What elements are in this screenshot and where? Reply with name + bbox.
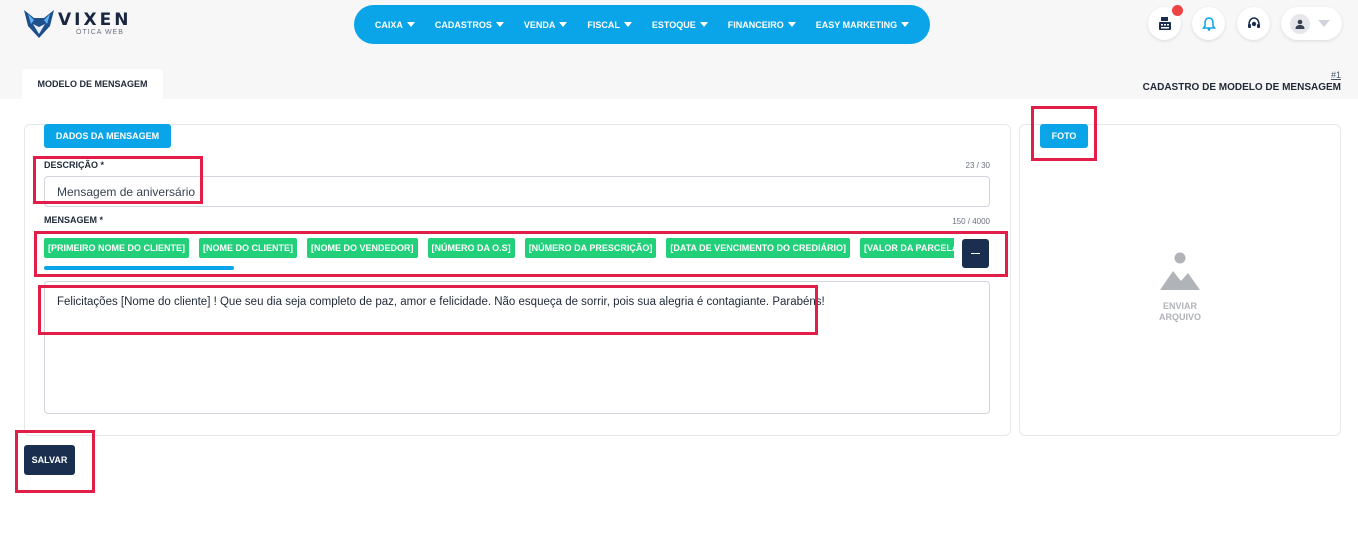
caret-down-icon [901, 22, 910, 27]
support-button[interactable] [1237, 7, 1270, 40]
nav-financeiro-label: FINANCEIRO [727, 19, 784, 30]
tag-nome-cliente[interactable]: [NOME DO CLIENTE] [199, 238, 297, 258]
tag-data-vencimento-crediario[interactable]: [DATA DE VENCIMENTO DO CREDIÁRIO] [666, 238, 851, 258]
notification-dot [1172, 5, 1183, 16]
nav-caixa-label: CAIXA [374, 19, 403, 30]
save-button[interactable]: SALVAR [24, 445, 75, 475]
cash-register-button[interactable] [1148, 5, 1183, 40]
variable-tags: [PRIMEIRO NOME DO CLIENTE] [NOME DO CLIE… [44, 238, 954, 260]
mensagem-label: MENSAGEM * [44, 215, 104, 225]
descricao-counter: 23 / 30 [965, 161, 990, 170]
logo-name: VIXEN [58, 10, 132, 30]
nav-fiscal[interactable]: FISCAL [577, 20, 642, 30]
caret-down-icon [559, 22, 568, 27]
fox-logo-icon [24, 10, 54, 38]
logo-subtitle: ÓTICA WEB [76, 29, 124, 36]
nav-fiscal-label: FISCAL [587, 19, 620, 30]
user-menu[interactable] [1281, 7, 1342, 40]
nav-venda[interactable]: VENDA [514, 20, 578, 30]
upload-label-2: ARQUIVO [1158, 312, 1201, 322]
tags-scrollbar[interactable] [44, 266, 234, 270]
notifications-button[interactable] [1192, 7, 1225, 40]
nav-easy-marketing-label: EASY MARKETING [815, 19, 898, 30]
tag-nome-vendedor[interactable]: [NOME DO VENDEDOR] [307, 238, 418, 258]
chevron-down-icon [1318, 20, 1330, 27]
nav-cadastros-label: CADASTROS [434, 19, 492, 30]
descricao-label: DESCRIÇÃO * [44, 160, 105, 170]
support-headset-icon [1247, 16, 1260, 28]
collapse-tags-button[interactable] [962, 239, 989, 268]
user-icon [1295, 19, 1305, 29]
minus-icon [971, 252, 980, 255]
nav-easy-marketing[interactable]: EASY MARKETING [806, 20, 919, 30]
mensagem-textarea[interactable]: Felicitações [Nome do cliente] ! Que seu… [44, 281, 990, 414]
tab-modelo-de-mensagem[interactable]: MODELO DE MENSAGEM [22, 69, 163, 99]
upload-label-1: ENVIAR [1162, 301, 1197, 311]
descricao-input[interactable] [44, 176, 990, 207]
nav-caixa[interactable]: CAIXA [365, 20, 425, 30]
top-header: VIXEN ÓTICA WEB CAIXA CADASTROS VENDA FI… [0, 0, 1358, 99]
page-title: CADASTRO DE MODELO DE MENSAGEM [1142, 82, 1341, 93]
vixen-logo[interactable]: VIXEN ÓTICA WEB [22, 8, 131, 40]
nav-financeiro[interactable]: FINANCEIRO [718, 20, 806, 30]
tag-primeiro-nome-cliente[interactable]: [PRIMEIRO NOME DO CLIENTE] [44, 238, 189, 258]
nav-estoque[interactable]: ESTOQUE [642, 20, 718, 30]
main-navbar: CAIXA CADASTROS VENDA FISCAL ESTOQUE FIN… [354, 5, 930, 44]
tag-valor-parcela-crediario[interactable]: [VALOR DA PARCELA DO CREDIÁRIO] [860, 238, 954, 258]
page-number[interactable]: #1 [1331, 70, 1341, 80]
tag-numero-prescricao[interactable]: [NÚMERO DA PRESCRIÇÃO] [524, 238, 657, 258]
image-placeholder-icon [1160, 252, 1200, 290]
avatar [1290, 13, 1310, 34]
upload-area[interactable]: ENVIAR ARQUIVO [1130, 250, 1230, 323]
caret-down-icon [495, 22, 504, 27]
nav-venda-label: VENDA [523, 19, 556, 30]
nav-estoque-label: ESTOQUE [651, 19, 696, 30]
caret-down-icon [623, 22, 632, 27]
caret-down-icon [699, 22, 708, 27]
section-dados-button[interactable]: DADOS DA MENSAGEM [44, 124, 171, 148]
caret-down-icon [406, 22, 415, 27]
mensagem-counter: 150 / 4000 [952, 217, 990, 226]
bell-icon [1201, 16, 1216, 31]
nav-cadastros[interactable]: CADASTROS [425, 20, 514, 30]
cash-register-icon [1158, 16, 1171, 30]
tag-numero-os[interactable]: [NÚMERO DA O.S] [427, 238, 515, 258]
caret-down-icon [787, 22, 796, 27]
photo-button[interactable]: FOTO [1040, 124, 1088, 148]
